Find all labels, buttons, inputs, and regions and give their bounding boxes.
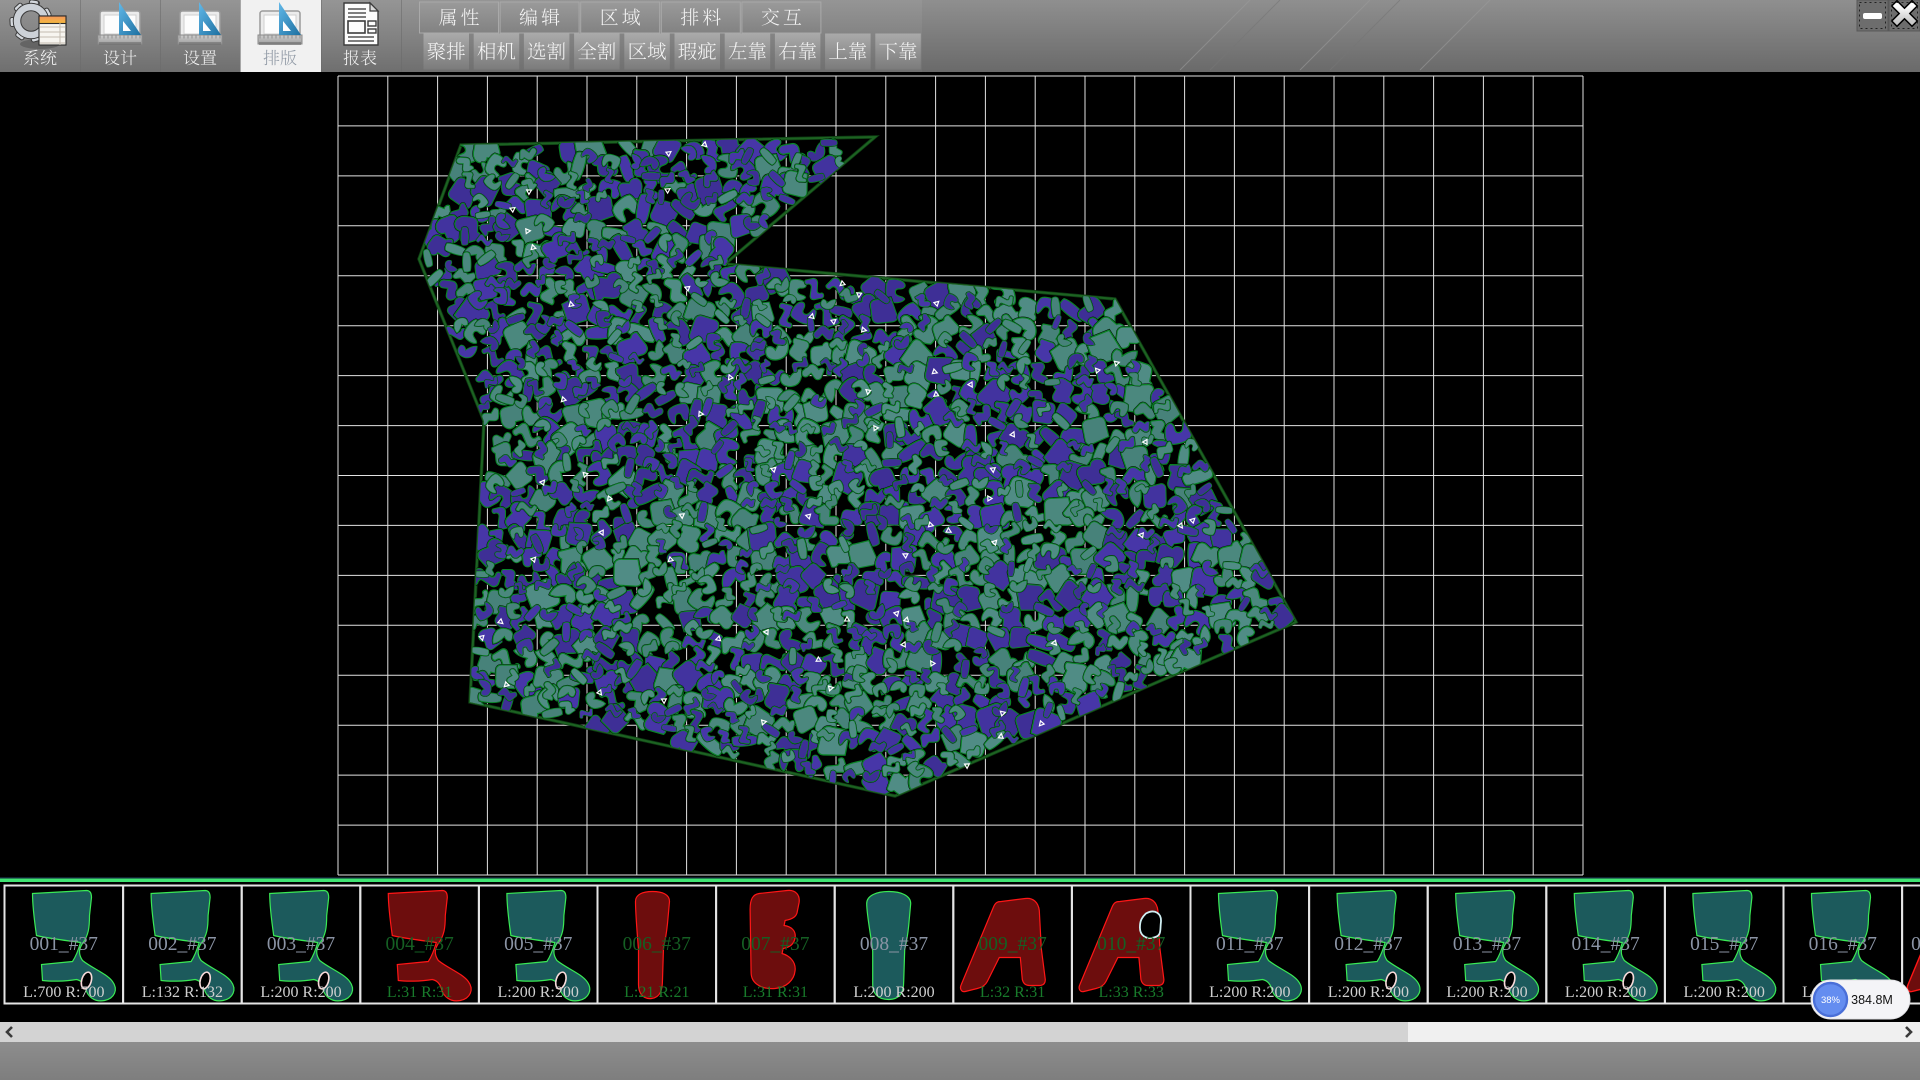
svg-text:016_#37: 016_#37 [1809, 934, 1878, 955]
svg-text:014_#37: 014_#37 [1571, 934, 1640, 955]
svg-text:010_#37: 010_#37 [1097, 934, 1166, 955]
svg-text:L:31 R:31: L:31 R:31 [387, 984, 452, 1001]
svg-text:L:200 R:200: L:200 R:200 [1684, 984, 1765, 1001]
svg-text:007_#37: 007_#37 [741, 934, 810, 955]
svg-text:003_#37: 003_#37 [267, 934, 336, 955]
svg-text:L:200 R:200: L:200 R:200 [1446, 984, 1527, 1001]
svg-text:384.8M: 384.8M [1851, 993, 1893, 1007]
svg-text:L:200 R:200: L:200 R:200 [853, 984, 934, 1001]
svg-text:013_#37: 013_#37 [1453, 934, 1522, 955]
svg-text:L:200 R:200: L:200 R:200 [498, 984, 579, 1001]
svg-text:004_#37: 004_#37 [385, 934, 454, 955]
svg-text:009_#37: 009_#37 [978, 934, 1047, 955]
svg-text:L:700 R:700: L:700 R:700 [23, 984, 104, 1001]
svg-text:011_#37: 011_#37 [1216, 934, 1284, 955]
svg-text:L:21 R:21: L:21 R:21 [624, 984, 689, 1001]
svg-text:L:200 R:200: L:200 R:200 [1209, 984, 1290, 1001]
svg-text:012_#37: 012_#37 [1334, 934, 1403, 955]
svg-text:002_#37: 002_#37 [148, 934, 217, 955]
svg-text:005_#37: 005_#37 [504, 934, 573, 955]
svg-text:015_#37: 015_#37 [1690, 934, 1759, 955]
svg-text:38%: 38% [1821, 995, 1841, 1006]
svg-text:006_#37: 006_#37 [623, 934, 692, 955]
svg-text:0: 0 [1911, 934, 1920, 955]
svg-text:L:200 R:200: L:200 R:200 [1565, 984, 1646, 1001]
svg-text:001_#37: 001_#37 [30, 934, 99, 955]
svg-text:L:200 R:200: L:200 R:200 [1328, 984, 1409, 1001]
svg-text:L:32 R:31: L:32 R:31 [980, 984, 1045, 1001]
svg-text:L:33 R:33: L:33 R:33 [1099, 984, 1164, 1001]
svg-text:L:132 R:132: L:132 R:132 [142, 984, 223, 1001]
svg-text:L:31 R:31: L:31 R:31 [743, 984, 808, 1001]
svg-text:L:200 R:200: L:200 R:200 [260, 984, 341, 1001]
svg-text:008_#37: 008_#37 [860, 934, 929, 955]
